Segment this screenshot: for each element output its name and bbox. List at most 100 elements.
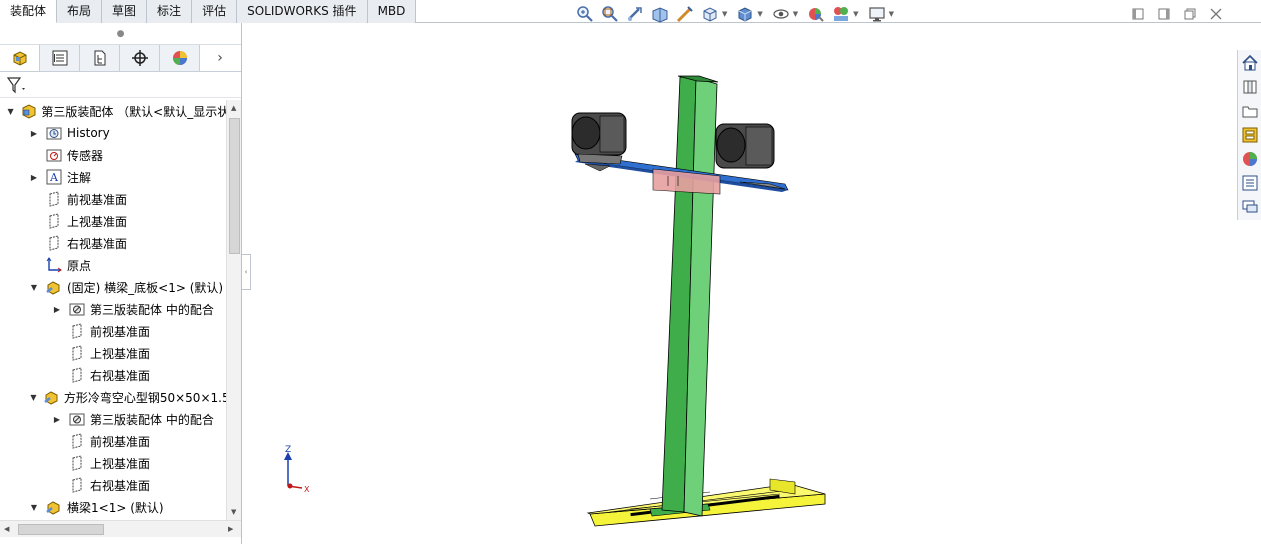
tree-item[interactable]: 右视基准面: [0, 474, 226, 496]
base-plate[interactable]: [586, 478, 826, 527]
tree-item[interactable]: 前视基准面: [0, 188, 226, 210]
tab-5[interactable]: SOLIDWORKS 插件: [237, 0, 368, 23]
scroll-up-icon[interactable]: ▲: [231, 104, 236, 112]
filter-icon[interactable]: [6, 76, 28, 94]
scroll-right-icon[interactable]: ▶: [228, 525, 233, 533]
tree-item-label: 前视基准面: [67, 192, 128, 207]
graphics-area[interactable]: Z X: [250, 24, 1237, 544]
right-motor[interactable]: [715, 123, 775, 169]
triad-z-label: Z: [285, 445, 291, 455]
tab-1[interactable]: 布局: [57, 0, 103, 23]
section-view-icon[interactable]: [650, 4, 670, 24]
tile-right-icon[interactable]: [1156, 6, 1172, 22]
displaymanager-icon[interactable]: [160, 45, 200, 71]
tree-filter[interactable]: [0, 72, 241, 98]
tree-item[interactable]: 右视基准面: [0, 364, 226, 386]
dynamic-annotation-icon[interactable]: [675, 4, 695, 24]
collapse-arrow-icon[interactable]: ▼: [29, 503, 39, 512]
tree-item-label: 原点: [67, 258, 92, 273]
collapse-arrow-icon[interactable]: ▼: [29, 393, 38, 402]
tree-item[interactable]: ▶ History: [0, 122, 226, 144]
left-motor[interactable]: [571, 112, 627, 165]
tree-item[interactable]: 上视基准面: [0, 342, 226, 364]
tree-item-label: 方形冷弯空心型钢50×50×1.5<1: [63, 390, 226, 405]
chevron-right-icon[interactable]: ›: [200, 45, 240, 71]
collapse-arrow-icon[interactable]: ▼: [29, 283, 39, 292]
view-orientation-icon[interactable]: [700, 4, 720, 24]
tile-left-icon[interactable]: [1130, 6, 1146, 22]
tree-item[interactable]: 前视基准面: [0, 320, 226, 342]
tree-item[interactable]: 上视基准面: [0, 210, 226, 232]
part-icon: [45, 278, 63, 296]
tree-item[interactable]: 前视基准面: [0, 430, 226, 452]
heads-up-view-toolbar: ▼ ▼ ▼ ▼ ▼: [575, 4, 902, 24]
restore-icon[interactable]: [1182, 6, 1198, 22]
close-icon[interactable]: [1208, 6, 1224, 22]
part-icon: [44, 388, 60, 406]
tree-item[interactable]: ▼ 第三版装配体 （默认<默认_显示状态-: [0, 100, 226, 122]
zoom-area-icon[interactable]: [600, 4, 620, 24]
sensor-icon: [45, 146, 63, 164]
appearances-icon[interactable]: [1239, 148, 1261, 170]
display-style-icon[interactable]: [735, 4, 755, 24]
expand-arrow-icon[interactable]: ▶: [29, 129, 39, 138]
view-palette-icon[interactable]: [1239, 124, 1261, 146]
tree-item[interactable]: ▼ 方形冷弯空心型钢50×50×1.5<1: [0, 386, 226, 408]
tree-item[interactable]: 传感器: [0, 144, 226, 166]
tree-item[interactable]: ▼ (固定) 横梁_底板<1> (默认): [0, 276, 226, 298]
tab-0[interactable]: 装配体: [0, 0, 58, 23]
propertymanager-icon[interactable]: [40, 45, 80, 71]
plane-icon: [45, 212, 63, 230]
design-library-icon[interactable]: [1239, 76, 1261, 98]
featuremanager-icon[interactable]: [0, 45, 40, 71]
tab-2[interactable]: 草图: [102, 0, 148, 23]
forum-icon[interactable]: [1239, 196, 1261, 218]
chevron-down-icon[interactable]: ▼: [793, 10, 798, 18]
collapse-icon: ‹: [244, 268, 248, 276]
zoom-to-fit-icon[interactable]: [575, 4, 595, 24]
tab-6[interactable]: MBD: [367, 0, 417, 23]
expand-arrow-icon[interactable]: ▶: [52, 415, 62, 424]
tree-item[interactable]: 右视基准面: [0, 232, 226, 254]
tree-item[interactable]: ▶ 第三版装配体 中的配合: [0, 408, 226, 430]
scroll-left-icon[interactable]: ◀: [4, 525, 9, 533]
svg-text:A: A: [49, 171, 59, 184]
plane-icon: [68, 366, 86, 384]
tree-vertical-scrollbar[interactable]: ▲ ▼: [226, 100, 241, 520]
tree-item-label: 第三版装配体 中的配合: [90, 302, 214, 317]
scroll-down-icon[interactable]: ▼: [231, 508, 236, 516]
tree-item[interactable]: ▼ 横梁1<1> (默认): [0, 496, 226, 518]
file-explorer-icon[interactable]: [1239, 100, 1261, 122]
hide-show-icon[interactable]: [771, 4, 791, 24]
chevron-down-icon[interactable]: ▼: [853, 10, 858, 18]
scroll-thumb[interactable]: [229, 118, 240, 254]
configurationmanager-icon[interactable]: [80, 45, 120, 71]
vertical-column[interactable]: [661, 75, 719, 517]
tree-item-label: 第三版装配体 （默认<默认_显示状态-: [41, 104, 226, 119]
chevron-down-icon[interactable]: ▼: [757, 10, 762, 18]
tree-horizontal-scrollbar[interactable]: ◀ ▶: [0, 520, 241, 537]
scroll-thumb[interactable]: [18, 524, 104, 535]
view-settings-icon[interactable]: [867, 4, 887, 24]
tab-3[interactable]: 标注: [147, 0, 193, 23]
collapse-arrow-icon[interactable]: ▼: [6, 107, 15, 116]
plane-icon: [45, 190, 63, 208]
home-icon[interactable]: [1239, 52, 1261, 74]
expand-arrow-icon[interactable]: ▶: [52, 305, 62, 314]
tree-item[interactable]: 原点: [0, 254, 226, 276]
custom-properties-icon[interactable]: [1239, 172, 1261, 194]
tree-item[interactable]: ▶ 第三版装配体 中的配合: [0, 298, 226, 320]
chevron-down-icon[interactable]: ▼: [722, 10, 727, 18]
apply-scene-icon[interactable]: [831, 4, 851, 24]
edit-appearance-icon[interactable]: [806, 4, 826, 24]
tree-item[interactable]: ▶ A 注解: [0, 166, 226, 188]
chevron-down-icon[interactable]: ▼: [889, 10, 894, 18]
expand-arrow-icon[interactable]: ▶: [29, 173, 39, 182]
dimxpert-icon[interactable]: [120, 45, 160, 71]
panel-grip-icon[interactable]: ●: [0, 23, 241, 45]
previous-view-icon[interactable]: [625, 4, 645, 24]
tree-item[interactable]: 上视基准面: [0, 452, 226, 474]
origin-icon: [45, 256, 63, 274]
tab-4[interactable]: 评估: [192, 0, 238, 23]
annotation-icon: A: [45, 168, 63, 186]
